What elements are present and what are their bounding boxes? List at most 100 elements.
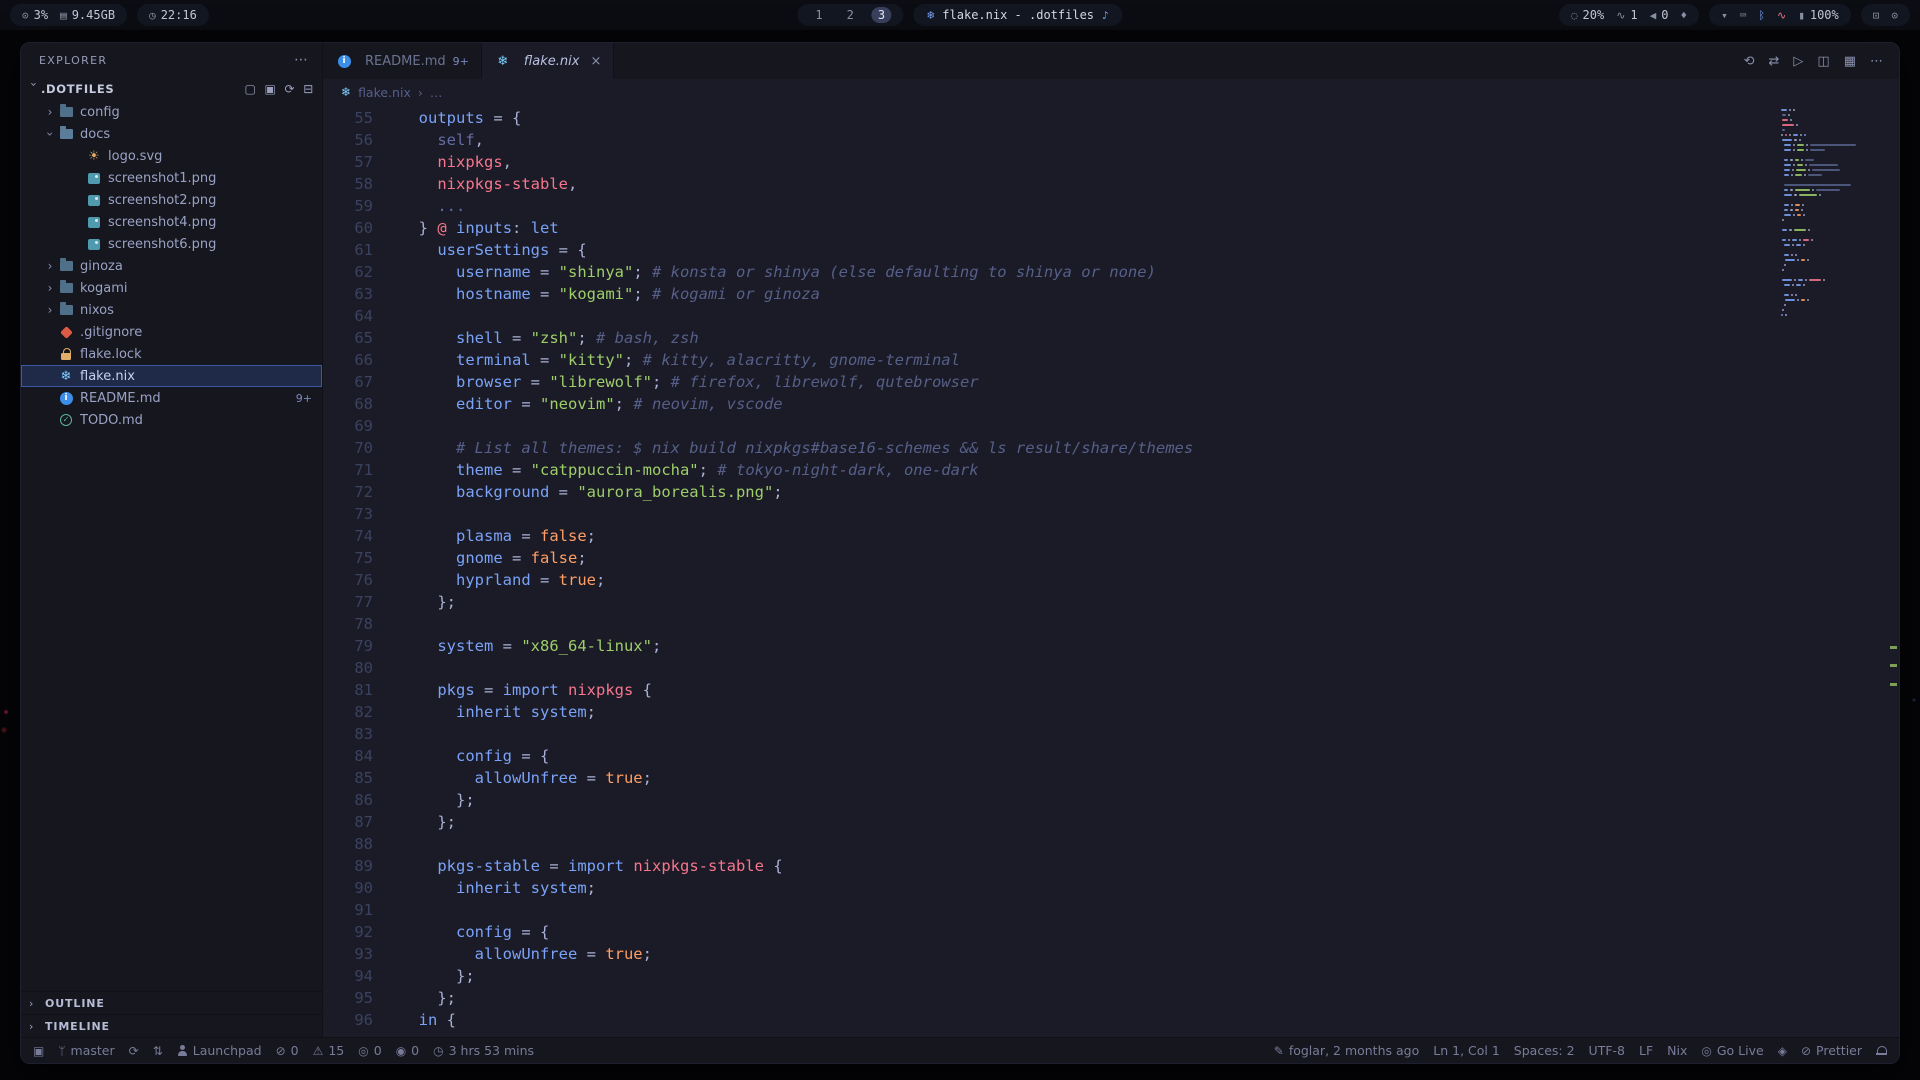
line-number: 55 (323, 107, 373, 129)
minimap-line (1779, 224, 1883, 226)
tree-item-TODO.md[interactable]: TODO.md (21, 409, 322, 431)
workspace-1[interactable]: 1 (809, 7, 828, 23)
new-file-icon[interactable]: ▢ (244, 82, 256, 96)
workspace-root-row[interactable]: › .DOTFILES ▢▣⟳⊟ (21, 77, 322, 101)
git-sync[interactable]: ⟳ (129, 1044, 139, 1058)
wakatime[interactable]: ◷3 hrs 53 mins (433, 1043, 534, 1058)
input-device[interactable]: ⌨ (1740, 9, 1747, 22)
tree-item-label: TODO.md (80, 413, 143, 428)
tab-flake.nix[interactable]: ❄flake.nix× (482, 43, 614, 79)
warnings[interactable]: ⚠15 (313, 1043, 345, 1058)
editor-actions: ⟲ ⇄ ▷ ◫ ▦ ⋯ (1728, 43, 1899, 79)
code-view[interactable]: 55 outputs = {56 self,57 nixpkgs,58 nixp… (323, 107, 1769, 1031)
more-actions-icon[interactable]: ⋯ (1870, 54, 1883, 69)
token: = (577, 945, 605, 963)
section-outline[interactable]: ›OUTLINE (21, 991, 322, 1014)
history-icon[interactable]: ⟲ (1744, 54, 1755, 69)
language-mode[interactable]: Nix (1667, 1043, 1687, 1058)
tree-item-config[interactable]: ›config (21, 101, 322, 123)
eol[interactable]: LF (1639, 1043, 1653, 1058)
line-content (373, 657, 400, 679)
tree-item-flake.lock[interactable]: flake.lock (21, 343, 322, 365)
tree-item-screenshot2.png[interactable]: screenshot2.png (21, 189, 322, 211)
tasks[interactable]: ◉0 (396, 1043, 419, 1058)
split-editor-icon[interactable]: ◫ (1817, 54, 1829, 69)
section-timeline[interactable]: ›TIMELINE (21, 1014, 322, 1037)
breadcrumb-file[interactable]: flake.nix (358, 85, 411, 100)
editor-area[interactable]: 55 outputs = {56 self,57 nixpkgs,58 nixp… (323, 105, 1899, 1037)
token: config (456, 747, 512, 765)
tray-expand[interactable]: ▾ (1721, 9, 1728, 22)
gitlens-blame-text: foglar, 2 months ago (1289, 1043, 1419, 1058)
network-signal[interactable]: ∿1 (1616, 8, 1637, 22)
layout-icon[interactable]: ▦ (1844, 54, 1856, 69)
brightness[interactable]: ◌20% (1571, 8, 1604, 22)
token: userSettings (437, 241, 549, 259)
tree-item-flake.nix[interactable]: ❄flake.nix (21, 365, 322, 387)
minimap-token (1809, 164, 1838, 166)
tree-item-.gitignore[interactable]: .gitignore (21, 321, 322, 343)
git-compare[interactable]: ⇅ (153, 1044, 163, 1058)
tab-README.md[interactable]: README.md9+ (323, 43, 482, 79)
overview-mark (1890, 683, 1897, 686)
tree-item-screenshot4.png[interactable]: screenshot4.png (21, 211, 322, 233)
prettier[interactable]: ⊘Prettier (1801, 1043, 1862, 1058)
notifications[interactable] (1876, 1045, 1887, 1056)
line-content: hostname = "kogami"; # kogami or ginoza (373, 283, 820, 305)
breadcrumb[interactable]: ❄ flake.nix › … (323, 79, 1899, 105)
tree-item-ginoza[interactable]: ›ginoza (21, 255, 322, 277)
memory-usage[interactable]: ▤9.45GB (60, 8, 115, 22)
tree-item-README.md[interactable]: README.md9+ (21, 387, 322, 409)
cursor-position[interactable]: Ln 1, Col 1 (1433, 1043, 1500, 1058)
launchpad[interactable]: Launchpad (177, 1043, 262, 1058)
gitlens-blame[interactable]: ✎foglar, 2 months ago (1274, 1043, 1420, 1058)
token: plasma (456, 527, 512, 545)
tree-item-docs[interactable]: ›docs (21, 123, 322, 145)
ports[interactable]: ◎0 (358, 1043, 381, 1058)
battery[interactable]: ▮100% (1798, 8, 1839, 22)
run-icon[interactable]: ▷ (1793, 54, 1803, 69)
minimap-token (1801, 209, 1803, 211)
tree-item-kogami[interactable]: ›kogami (21, 277, 322, 299)
mic[interactable]: ♦ (1681, 9, 1688, 22)
screenshot-tool[interactable]: ⊡ (1873, 9, 1880, 22)
clock[interactable]: ◷22:16 (149, 8, 197, 22)
views-more-icon[interactable]: ⋯ (294, 52, 308, 68)
tree-item-logo.svg[interactable]: ☀logo.svg (21, 145, 322, 167)
minimap-token (1802, 204, 1804, 206)
token: } (419, 219, 438, 237)
close-icon[interactable]: × (590, 54, 601, 69)
indentation[interactable]: Spaces: 2 (1514, 1043, 1575, 1058)
workspace-3[interactable]: 3 (872, 7, 891, 23)
cpu-usage[interactable]: ⊙3% (22, 8, 48, 22)
line-number: 67 (323, 371, 373, 393)
line-number: 91 (323, 899, 373, 921)
code-line: 67 browser = "librewolf"; # firefox, lib… (323, 371, 1769, 393)
token: = (549, 483, 577, 501)
breadcrumb-symbol[interactable]: … (430, 85, 443, 100)
extension-status[interactable]: ◈ (1778, 1044, 1787, 1058)
bluetooth[interactable]: ᛒ (1758, 9, 1765, 22)
tree-item-screenshot1.png[interactable]: screenshot1.png (21, 167, 322, 189)
token: = (475, 681, 503, 699)
vpn-status[interactable]: ∿ (1777, 9, 1786, 22)
tree-item-nixos[interactable]: ›nixos (21, 299, 322, 321)
power-menu[interactable]: ⊙ (1891, 9, 1898, 22)
remote-window[interactable]: ▣ (33, 1044, 44, 1058)
minimap-token (1782, 129, 1785, 131)
errors[interactable]: ⊘0 (276, 1043, 299, 1058)
open-changes-icon[interactable]: ⇄ (1769, 54, 1780, 69)
minimap[interactable] (1779, 109, 1883, 319)
volume[interactable]: ◀0 (1650, 8, 1669, 22)
line-content: inherit system; (373, 701, 596, 723)
go-live[interactable]: ◎Go Live (1701, 1043, 1763, 1058)
tree-item-screenshot6.png[interactable]: screenshot6.png (21, 233, 322, 255)
image-file-icon (85, 214, 103, 230)
refresh-explorer-icon[interactable]: ⟳ (285, 82, 296, 96)
new-folder-icon[interactable]: ▣ (264, 82, 276, 96)
workspace-2[interactable]: 2 (841, 7, 860, 23)
audio-icon[interactable]: ♪ (1102, 9, 1109, 22)
encoding[interactable]: UTF-8 (1589, 1043, 1625, 1058)
collapse-folders-icon[interactable]: ⊟ (303, 82, 314, 96)
git-branch[interactable]: ᛘmaster (58, 1043, 114, 1058)
